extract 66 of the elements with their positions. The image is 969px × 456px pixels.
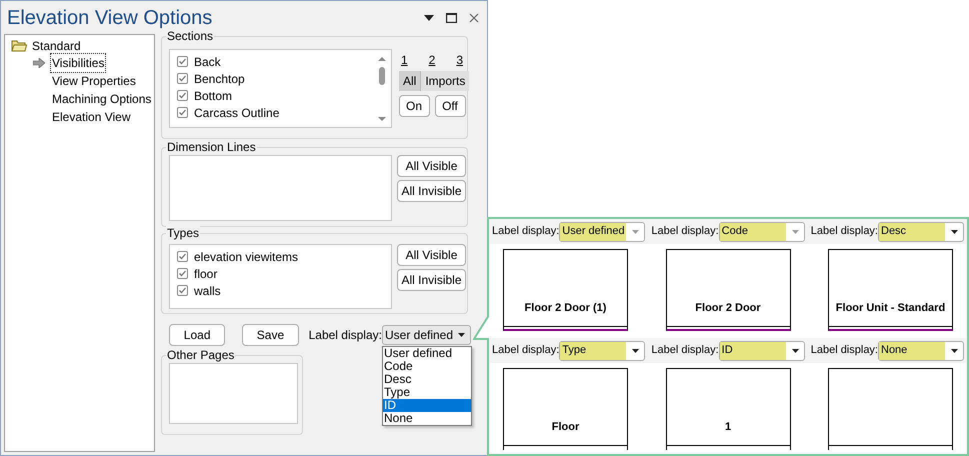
dropdown-option[interactable]: Type	[382, 386, 471, 399]
checkbox[interactable]	[177, 285, 188, 296]
filter-tab[interactable]: All	[399, 71, 422, 91]
page-link[interactable]: 1	[401, 51, 408, 69]
push-button[interactable]: All Invisible	[397, 180, 466, 202]
caret-icon	[458, 333, 465, 337]
checkbox[interactable]	[177, 73, 188, 84]
dropdown-option[interactable]: None	[382, 412, 471, 425]
dropdown-option[interactable]: Desc	[382, 373, 471, 386]
label-display-label: Label display:	[651, 224, 719, 240]
checkbox[interactable]	[177, 251, 188, 262]
dropdown-option[interactable]: User defined	[382, 347, 471, 360]
label-display-label: Label display:	[492, 343, 560, 358]
group-title: Dimension Lines	[166, 140, 257, 154]
label-display-dropdown[interactable]: User defined	[382, 325, 471, 345]
tree-item[interactable]: Visibilities	[51, 54, 106, 72]
group-title: Types	[166, 226, 200, 240]
label-display-label: Label display:	[492, 224, 560, 240]
filter-tab[interactable]: Imports	[421, 71, 470, 91]
tree-item[interactable]: Standard	[5, 37, 154, 54]
list-item-label: elevation viewitems	[194, 248, 298, 266]
folder-icon	[11, 39, 27, 52]
page-link[interactable]: 2	[428, 51, 436, 69]
window-title: Elevation View Options	[7, 6, 214, 30]
list-item-label: Bottom	[194, 88, 232, 104]
preview-caption: Floor	[552, 420, 580, 434]
push-button[interactable]: All Visible	[397, 244, 466, 266]
preview-caption: Floor 2 Door (1)	[524, 300, 606, 316]
preview-caption: 1	[724, 420, 732, 434]
label-display-label: Label display:	[810, 224, 878, 240]
label-display-label: Label display:	[810, 343, 878, 358]
label-display-label: Label display:	[308, 327, 382, 344]
list-item-label: Back	[194, 54, 221, 70]
checkbox[interactable]	[177, 56, 188, 67]
label-display-dropdown[interactable]: Desc	[878, 222, 964, 242]
preview-caption: Floor Unit - Standard	[836, 300, 946, 316]
dropdown-icon[interactable]	[424, 14, 434, 20]
close-icon[interactable]	[469, 12, 479, 22]
dropdown-option[interactable]: ID	[382, 399, 471, 412]
label-display-dropdown[interactable]: ID	[718, 340, 805, 360]
list-item-label: Carcass Outline	[194, 104, 280, 122]
group-title: Other Pages	[166, 348, 236, 362]
preview-caption: Floor 2 Door	[695, 300, 761, 316]
push-button[interactable]: All Visible	[397, 155, 466, 177]
tree-item[interactable]: Elevation View	[51, 108, 132, 126]
checkbox[interactable]	[177, 90, 188, 101]
push-button[interactable]: On	[398, 95, 430, 117]
list-item-label: walls	[194, 282, 221, 300]
checkbox[interactable]	[177, 268, 188, 279]
arrow-icon	[33, 58, 45, 68]
list-item-label: Benchtop	[194, 70, 245, 88]
push-button[interactable]: Load	[169, 324, 226, 346]
tree-item[interactable]: View Properties	[51, 72, 137, 90]
list-item-label: floor	[194, 266, 218, 282]
group-title: Sections	[166, 29, 214, 43]
label-display-dropdown[interactable]: Type	[559, 340, 646, 360]
maximize-icon[interactable]	[446, 12, 457, 22]
label-display-dropdown[interactable]: None	[878, 340, 964, 360]
checkbox[interactable]	[177, 107, 188, 118]
label-display-label: Label display:	[651, 343, 719, 358]
push-button[interactable]: Save	[242, 324, 299, 346]
dropdown-option[interactable]: Code	[382, 360, 471, 373]
tree-item[interactable]: Machining Options	[51, 90, 152, 108]
page-link[interactable]: 3	[456, 51, 463, 69]
push-button[interactable]: All Invisible	[397, 269, 466, 291]
push-button[interactable]: Off	[434, 95, 466, 117]
